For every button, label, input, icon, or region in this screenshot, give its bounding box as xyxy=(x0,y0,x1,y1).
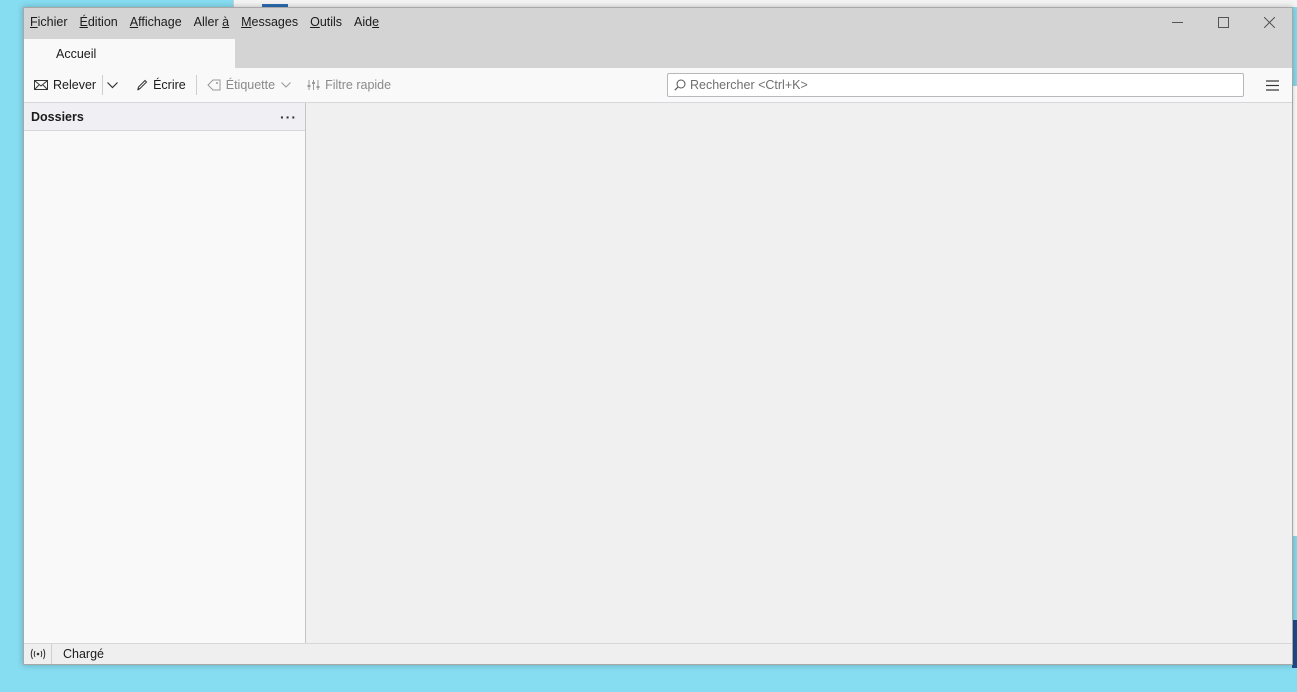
close-button[interactable] xyxy=(1246,8,1292,36)
online-status-icon xyxy=(30,648,45,660)
get-messages-label: Relever xyxy=(53,78,97,92)
tag-button[interactable]: Étiquette xyxy=(201,72,297,98)
title-bar: Fichier Édition Affichage Aller à Messag… xyxy=(24,8,1292,69)
hamburger-menu-icon xyxy=(1265,79,1279,91)
online-status-button[interactable] xyxy=(24,644,52,664)
app-menu-button[interactable] xyxy=(1262,76,1282,94)
search-icon xyxy=(674,79,686,91)
tab-label: Accueil xyxy=(56,47,97,61)
thunderbird-window: Fichier Édition Affichage Aller à Messag… xyxy=(23,7,1293,665)
folder-pane-header: Dossiers ··· xyxy=(24,103,305,131)
mail-toolbar: Relever Écrire Étiquette Filtre rapide xyxy=(24,68,1292,103)
chevron-down-icon xyxy=(107,81,119,88)
menu-bar: Fichier Édition Affichage Aller à Messag… xyxy=(24,8,391,36)
chevron-down-icon xyxy=(281,82,291,88)
maximize-button[interactable] xyxy=(1200,8,1246,36)
close-icon xyxy=(1263,16,1275,28)
tab-accueil[interactable]: Accueil xyxy=(24,39,235,69)
menu-affichage[interactable]: Affichage xyxy=(130,15,188,29)
toolbar-separator xyxy=(195,75,197,95)
minimize-icon xyxy=(1171,21,1183,23)
quick-filter-label: Filtre rapide xyxy=(325,78,392,92)
filter-sliders-icon xyxy=(307,80,320,90)
menu-outils[interactable]: Outils xyxy=(310,15,348,29)
tag-icon xyxy=(207,79,221,91)
status-text: Chargé xyxy=(63,647,104,661)
main-content-pane xyxy=(306,103,1292,644)
write-button[interactable]: Écrire xyxy=(130,72,192,98)
folder-pane: Dossiers ··· xyxy=(24,103,306,644)
status-bar: Chargé xyxy=(24,643,1292,664)
envelope-icon xyxy=(34,80,48,90)
folder-pane-title: Dossiers xyxy=(31,109,84,124)
tag-label: Étiquette xyxy=(225,78,276,92)
menu-messages[interactable]: Messages xyxy=(241,15,304,29)
menu-aide[interactable]: Aide xyxy=(354,15,385,29)
desktop-background-window xyxy=(233,0,1297,7)
folder-pane-options-button[interactable]: ··· xyxy=(280,110,297,124)
pencil-icon xyxy=(137,79,148,91)
get-messages-dropdown[interactable] xyxy=(103,72,124,98)
get-messages-button[interactable]: Relever xyxy=(24,72,102,98)
write-label: Écrire xyxy=(153,78,186,92)
search-input[interactable] xyxy=(690,78,1230,92)
quick-filter-button[interactable]: Filtre rapide xyxy=(301,72,397,98)
menu-fichier[interactable]: Fichier xyxy=(30,15,74,29)
maximize-icon xyxy=(1217,16,1229,28)
window-controls xyxy=(1154,8,1292,36)
minimize-button[interactable] xyxy=(1154,8,1200,36)
menu-edition[interactable]: Édition xyxy=(80,15,124,29)
menu-aller-a[interactable]: Aller à xyxy=(194,15,235,29)
search-box xyxy=(667,73,1244,97)
